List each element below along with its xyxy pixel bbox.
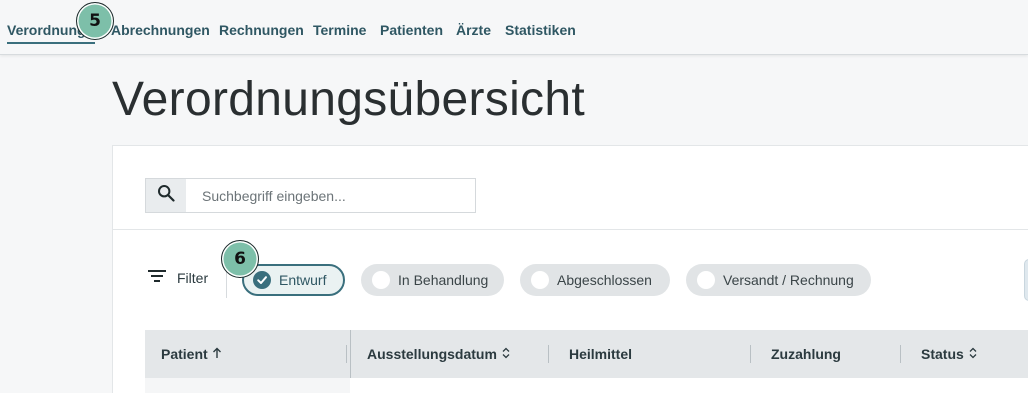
column-label: Status bbox=[921, 346, 964, 362]
sort-toggle-icon bbox=[968, 346, 978, 362]
nav-item-termine[interactable]: Termine bbox=[313, 22, 366, 38]
sort-toggle-icon bbox=[501, 346, 511, 362]
column-label: Patient bbox=[161, 346, 208, 362]
column-separator bbox=[548, 345, 549, 363]
chip-entwurf[interactable]: Entwurf bbox=[242, 264, 345, 296]
check-circle-icon bbox=[253, 271, 271, 289]
column-label: Ausstellungsdatum bbox=[367, 346, 497, 362]
filter-toggle[interactable]: Filter bbox=[147, 268, 208, 287]
nav-item-statistiken[interactable]: Statistiken bbox=[505, 22, 576, 38]
table-header: Patient Ausstellungsdatum Heilmittel Zuz… bbox=[145, 330, 1028, 378]
radio-circle-icon bbox=[372, 271, 390, 289]
chip-label: Entwurf bbox=[279, 272, 327, 288]
filter-lines-icon bbox=[147, 268, 167, 287]
table-row[interactable] bbox=[145, 378, 350, 393]
chip-in-behandlung[interactable]: In Behandlung bbox=[361, 264, 504, 296]
column-header-zuzahlung[interactable]: Zuzahlung bbox=[771, 346, 841, 362]
section-divider bbox=[112, 229, 1028, 230]
column-header-patient[interactable]: Patient bbox=[161, 346, 222, 362]
search-icon bbox=[157, 184, 175, 207]
chip-versandt-rechnung[interactable]: Versandt / Rechnung bbox=[686, 264, 871, 296]
column-separator bbox=[750, 345, 751, 363]
radio-circle-icon bbox=[697, 271, 715, 289]
column-header-heilmittel[interactable]: Heilmittel bbox=[569, 346, 632, 362]
column-separator bbox=[346, 345, 347, 363]
search-bar bbox=[145, 178, 476, 213]
nav-item-aerzte[interactable]: Ärzte bbox=[456, 22, 491, 38]
step-badge-6: 6 bbox=[221, 240, 259, 278]
chip-label: In Behandlung bbox=[398, 272, 489, 288]
column-separator bbox=[900, 345, 901, 363]
sort-ascending-icon bbox=[212, 346, 222, 362]
search-button[interactable] bbox=[146, 179, 186, 212]
page-title: Verordnungsübersicht bbox=[112, 73, 585, 126]
sticky-column-divider bbox=[350, 330, 351, 378]
nav-item-abrechnungen[interactable]: Abrechnungen bbox=[111, 22, 210, 38]
chip-label: Versandt / Rechnung bbox=[723, 272, 854, 288]
column-header-status[interactable]: Status bbox=[921, 346, 978, 362]
search-input[interactable] bbox=[186, 179, 475, 212]
top-navigation: Verordnungen Abrechnungen Rechnungen Ter… bbox=[0, 0, 1028, 55]
nav-item-rechnungen[interactable]: Rechnungen bbox=[219, 22, 304, 38]
column-label: Heilmittel bbox=[569, 346, 633, 362]
offscreen-button-edge[interactable] bbox=[1024, 259, 1028, 301]
column-label: Zuzahlung bbox=[771, 346, 841, 362]
active-tab-indicator bbox=[7, 42, 95, 44]
chip-abgeschlossen[interactable]: Abgeschlossen bbox=[520, 264, 670, 296]
step-badge-5: 5 bbox=[76, 2, 114, 40]
radio-circle-icon bbox=[531, 271, 549, 289]
column-header-ausstellungsdatum[interactable]: Ausstellungsdatum bbox=[367, 346, 511, 362]
chip-label: Abgeschlossen bbox=[557, 272, 652, 288]
filter-label: Filter bbox=[177, 269, 209, 286]
nav-item-patienten[interactable]: Patienten bbox=[380, 22, 443, 38]
